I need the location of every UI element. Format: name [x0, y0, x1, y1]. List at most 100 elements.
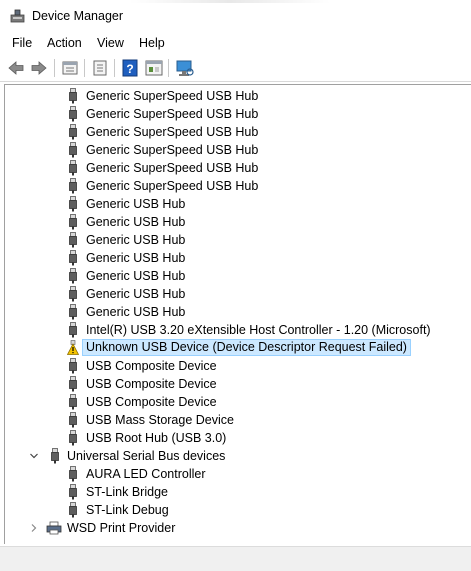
usb-device-icon	[69, 214, 77, 230]
menu-view[interactable]: View	[97, 36, 124, 50]
usb-device-icon	[69, 484, 77, 500]
tree-item[interactable]: USB Composite Device	[5, 357, 465, 375]
warning-icon	[67, 340, 79, 355]
usb-device-icon	[69, 466, 77, 482]
tree-item[interactable]: Generic SuperSpeed USB Hub	[5, 141, 465, 159]
tree-item[interactable]: Generic SuperSpeed USB Hub	[5, 105, 465, 123]
help-icon[interactable]: ?	[120, 58, 140, 78]
tree-item-label: Generic USB Hub	[86, 269, 186, 283]
tree-item-label: Generic USB Hub	[86, 215, 186, 229]
usb-device-icon	[69, 88, 77, 104]
tree-item-label: USB Composite Device	[86, 359, 217, 373]
usb-category-icon	[51, 448, 59, 464]
tree-item-label: Generic SuperSpeed USB Hub	[86, 161, 259, 175]
tree-item-label: Generic SuperSpeed USB Hub	[86, 143, 259, 157]
status-bar	[0, 546, 471, 571]
menu-help[interactable]: Help	[139, 36, 165, 50]
usb-device-icon	[69, 196, 77, 212]
usb-device-icon	[69, 124, 77, 140]
printer-icon	[46, 521, 62, 535]
tree-item[interactable]: ST-Link Bridge	[5, 483, 465, 501]
tree-item[interactable]: Generic SuperSpeed USB Hub	[5, 159, 465, 177]
show-hidden-icon[interactable]	[144, 58, 164, 78]
tree-item[interactable]: AURA LED Controller	[5, 465, 465, 483]
tree-item-label: Generic SuperSpeed USB Hub	[86, 89, 259, 103]
svg-text:?: ?	[126, 62, 133, 76]
tree-item-label: USB Root Hub (USB 3.0)	[86, 431, 227, 445]
toolbar-separator	[54, 59, 55, 77]
menu-bar: File Action View Help	[0, 32, 471, 54]
usb-device-icon	[69, 412, 77, 428]
tree-item-label: Generic USB Hub	[86, 197, 186, 211]
tree-item-label: Generic USB Hub	[86, 305, 186, 319]
tree-item-label: USB Mass Storage Device	[86, 413, 234, 427]
tree-item-label: Unknown USB Device (Device Descriptor Re…	[82, 339, 411, 356]
toolbar-separator	[114, 59, 115, 77]
usb-device-icon	[69, 430, 77, 446]
window-title: Device Manager	[32, 9, 124, 23]
tree-item[interactable]: Generic USB Hub	[5, 285, 465, 303]
menu-file[interactable]: File	[12, 36, 32, 50]
tree-item-label: Generic SuperSpeed USB Hub	[86, 125, 259, 139]
tree-item-label: ST-Link Debug	[86, 503, 169, 517]
usb-device-icon	[69, 232, 77, 248]
back-icon[interactable]	[6, 58, 26, 78]
usb-device-icon	[69, 358, 77, 374]
tree-item-label: Generic SuperSpeed USB Hub	[86, 107, 259, 121]
scan-hardware-icon[interactable]	[175, 58, 195, 78]
tree-item[interactable]: Generic USB Hub	[5, 231, 465, 249]
usb-device-icon	[69, 394, 77, 410]
device-manager-icon	[10, 9, 25, 23]
tree-item[interactable]: USB Root Hub (USB 3.0)	[5, 429, 465, 447]
tree-item-label: Intel(R) USB 3.20 eXtensible Host Contro…	[86, 323, 431, 337]
tree-item-label: Generic USB Hub	[86, 233, 186, 247]
top-edge-shadow	[130, 0, 330, 3]
title-bar: Device Manager	[0, 0, 471, 32]
usb-device-icon	[69, 178, 77, 194]
tree-item[interactable]: Generic USB Hub	[5, 195, 465, 213]
tree-item[interactable]: Generic USB Hub	[5, 249, 465, 267]
usb-device-icon	[69, 142, 77, 158]
tree-item-label: WSD Print Provider	[67, 521, 176, 535]
usb-device-icon	[69, 322, 77, 338]
usb-device-icon	[69, 286, 77, 302]
tree-item-label: Generic SuperSpeed USB Hub	[86, 179, 259, 193]
device-tree[interactable]: Generic SuperSpeed USB Hub Generic SuperS…	[4, 84, 471, 544]
tree-item[interactable]: USB Composite Device	[5, 393, 465, 411]
usb-device-icon	[69, 376, 77, 392]
usb-device-icon	[69, 268, 77, 284]
tree-item[interactable]: Generic SuperSpeed USB Hub	[5, 87, 465, 105]
toolbar-separator	[168, 59, 169, 77]
usb-device-icon	[69, 304, 77, 320]
tree-item[interactable]: USB Composite Device	[5, 375, 465, 393]
tree-item-label: Generic USB Hub	[86, 287, 186, 301]
usb-device-icon	[69, 502, 77, 518]
tree-item[interactable]: Generic USB Hub	[5, 213, 465, 231]
toolbar: ?	[0, 54, 471, 82]
chevron-down-icon[interactable]	[28, 450, 40, 462]
tree-item[interactable]: Intel(R) USB 3.20 eXtensible Host Contro…	[5, 321, 465, 339]
tree-item-label: USB Composite Device	[86, 395, 217, 409]
tree-item[interactable]: USB Mass Storage Device	[5, 411, 465, 429]
properties-icon[interactable]	[60, 58, 80, 78]
tree-item[interactable]: Generic USB Hub	[5, 303, 465, 321]
usb-device-icon	[69, 160, 77, 176]
tree-item-label: Universal Serial Bus devices	[67, 449, 226, 463]
tree-item[interactable]: Generic USB Hub	[5, 267, 465, 285]
tree-item[interactable]: ST-Link Debug	[5, 501, 465, 519]
tree-item[interactable]: Generic SuperSpeed USB Hub	[5, 123, 465, 141]
usb-device-icon	[69, 106, 77, 122]
tree-item-unknown-usb-device[interactable]: Unknown USB Device (Device Descriptor Re…	[5, 339, 465, 357]
toolbar-separator	[84, 59, 85, 77]
tree-item-label: USB Composite Device	[86, 377, 217, 391]
tree-item-label: ST-Link Bridge	[86, 485, 168, 499]
tree-category-usb-devices[interactable]: Universal Serial Bus devices	[5, 447, 465, 465]
tree-category-wsd-print-provider[interactable]: WSD Print Provider	[5, 519, 465, 537]
chevron-right-icon[interactable]	[28, 522, 40, 534]
usb-device-icon	[69, 250, 77, 266]
forward-icon[interactable]	[29, 58, 49, 78]
menu-action[interactable]: Action	[47, 36, 82, 50]
tree-item[interactable]: Generic SuperSpeed USB Hub	[5, 177, 465, 195]
tree-item-label: AURA LED Controller	[86, 467, 206, 481]
update-driver-icon[interactable]	[90, 58, 110, 78]
